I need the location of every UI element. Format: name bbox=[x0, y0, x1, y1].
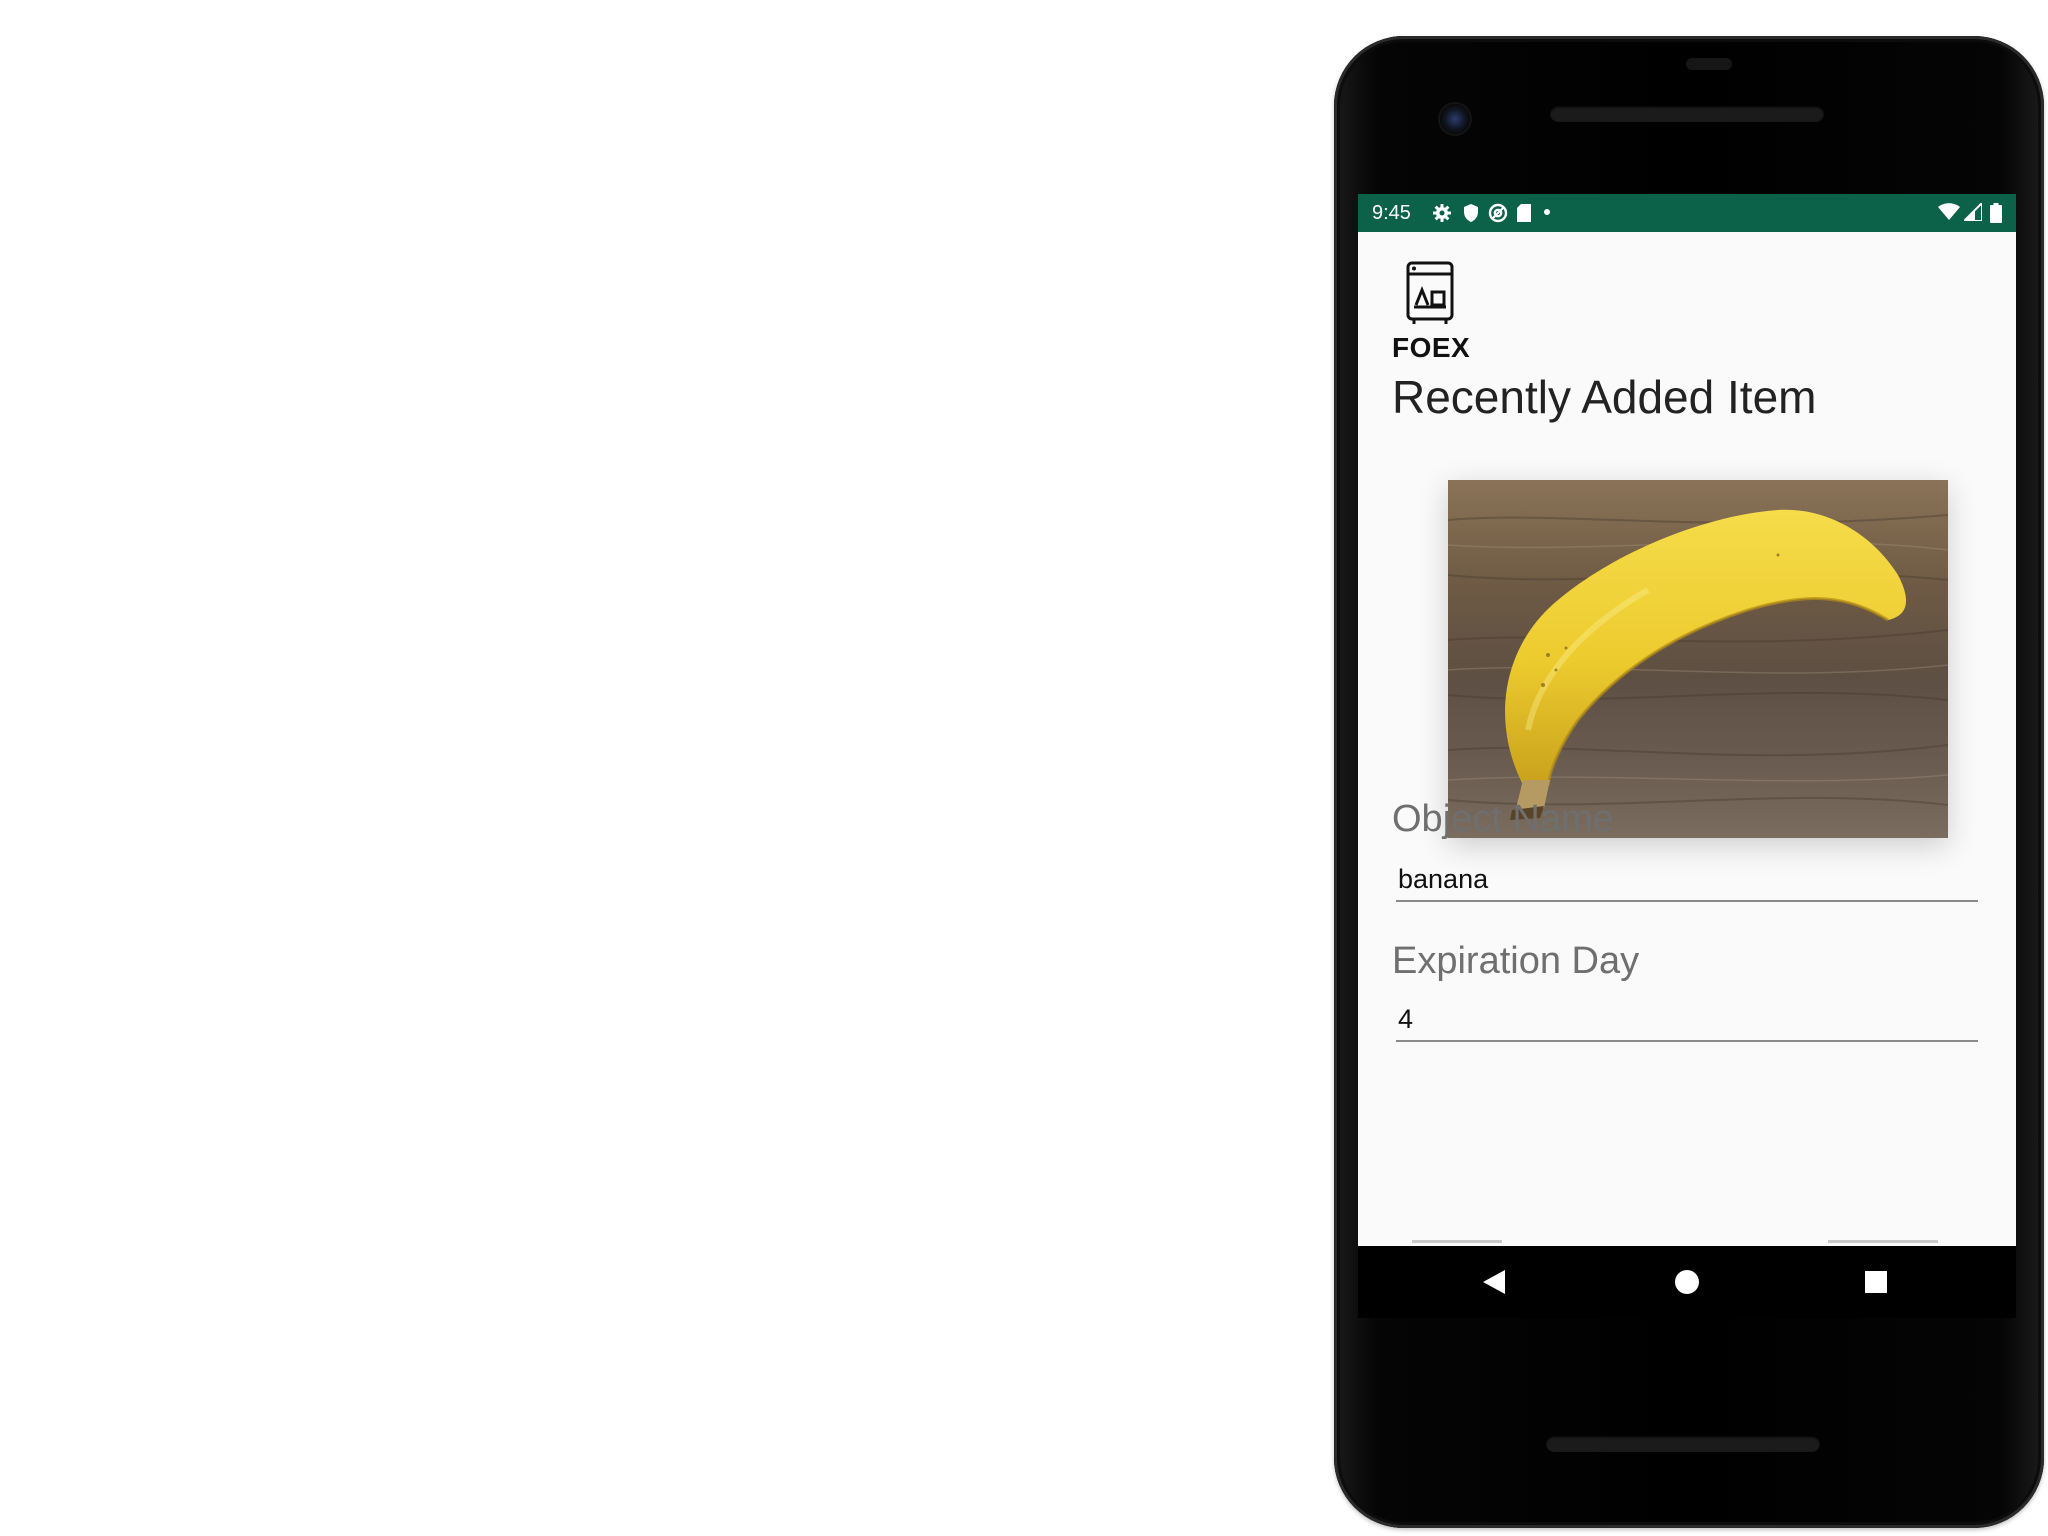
expiration-day-label: Expiration Day bbox=[1392, 940, 1640, 982]
earpiece-speaker bbox=[1550, 106, 1824, 122]
shield-icon bbox=[1464, 204, 1478, 222]
home-button[interactable] bbox=[1647, 1246, 1727, 1318]
page-title: Recently Added Item bbox=[1392, 371, 1817, 423]
battery-icon bbox=[1990, 203, 2002, 223]
app-logo: FOEX bbox=[1392, 260, 1472, 363]
fridge-icon bbox=[1406, 261, 1454, 324]
dot-icon bbox=[1544, 209, 1550, 215]
status-time: 9:45 bbox=[1372, 202, 1411, 224]
next-content-peek bbox=[1828, 1240, 1938, 1243]
recents-icon bbox=[1865, 1271, 1887, 1293]
system-nav-bar bbox=[1358, 1246, 2016, 1318]
at-sign-icon bbox=[1488, 203, 1508, 223]
expiration-day-input[interactable] bbox=[1396, 998, 1978, 1042]
phone-screen: 9:45 FOEX Recently Added Item Object Nam… bbox=[1358, 194, 2016, 1318]
front-camera bbox=[1440, 104, 1470, 134]
bottom-speaker bbox=[1546, 1436, 1820, 1452]
back-button[interactable] bbox=[1454, 1246, 1534, 1318]
status-bar: 9:45 bbox=[1358, 194, 2016, 232]
sd-card-icon bbox=[1517, 204, 1531, 222]
object-name-label: Object Name bbox=[1392, 798, 1614, 840]
recents-button[interactable] bbox=[1836, 1246, 1916, 1318]
proximity-sensor bbox=[1686, 58, 1732, 70]
wifi-icon bbox=[1938, 203, 1960, 220]
settings-gear-icon bbox=[1433, 204, 1451, 222]
app-content: FOEX Recently Added Item Object Name ban… bbox=[1358, 232, 2016, 1246]
home-icon bbox=[1675, 1270, 1699, 1294]
next-content-peek bbox=[1412, 1240, 1502, 1243]
banana-photo bbox=[1448, 480, 1948, 838]
phone-frame: 9:45 FOEX Recently Added Item Object Nam… bbox=[1334, 36, 2044, 1528]
back-icon bbox=[1483, 1270, 1505, 1294]
object-name-input[interactable] bbox=[1396, 858, 1978, 902]
app-logo-text: FOEX bbox=[1392, 332, 1471, 363]
cell-signal-icon bbox=[1964, 203, 1982, 221]
